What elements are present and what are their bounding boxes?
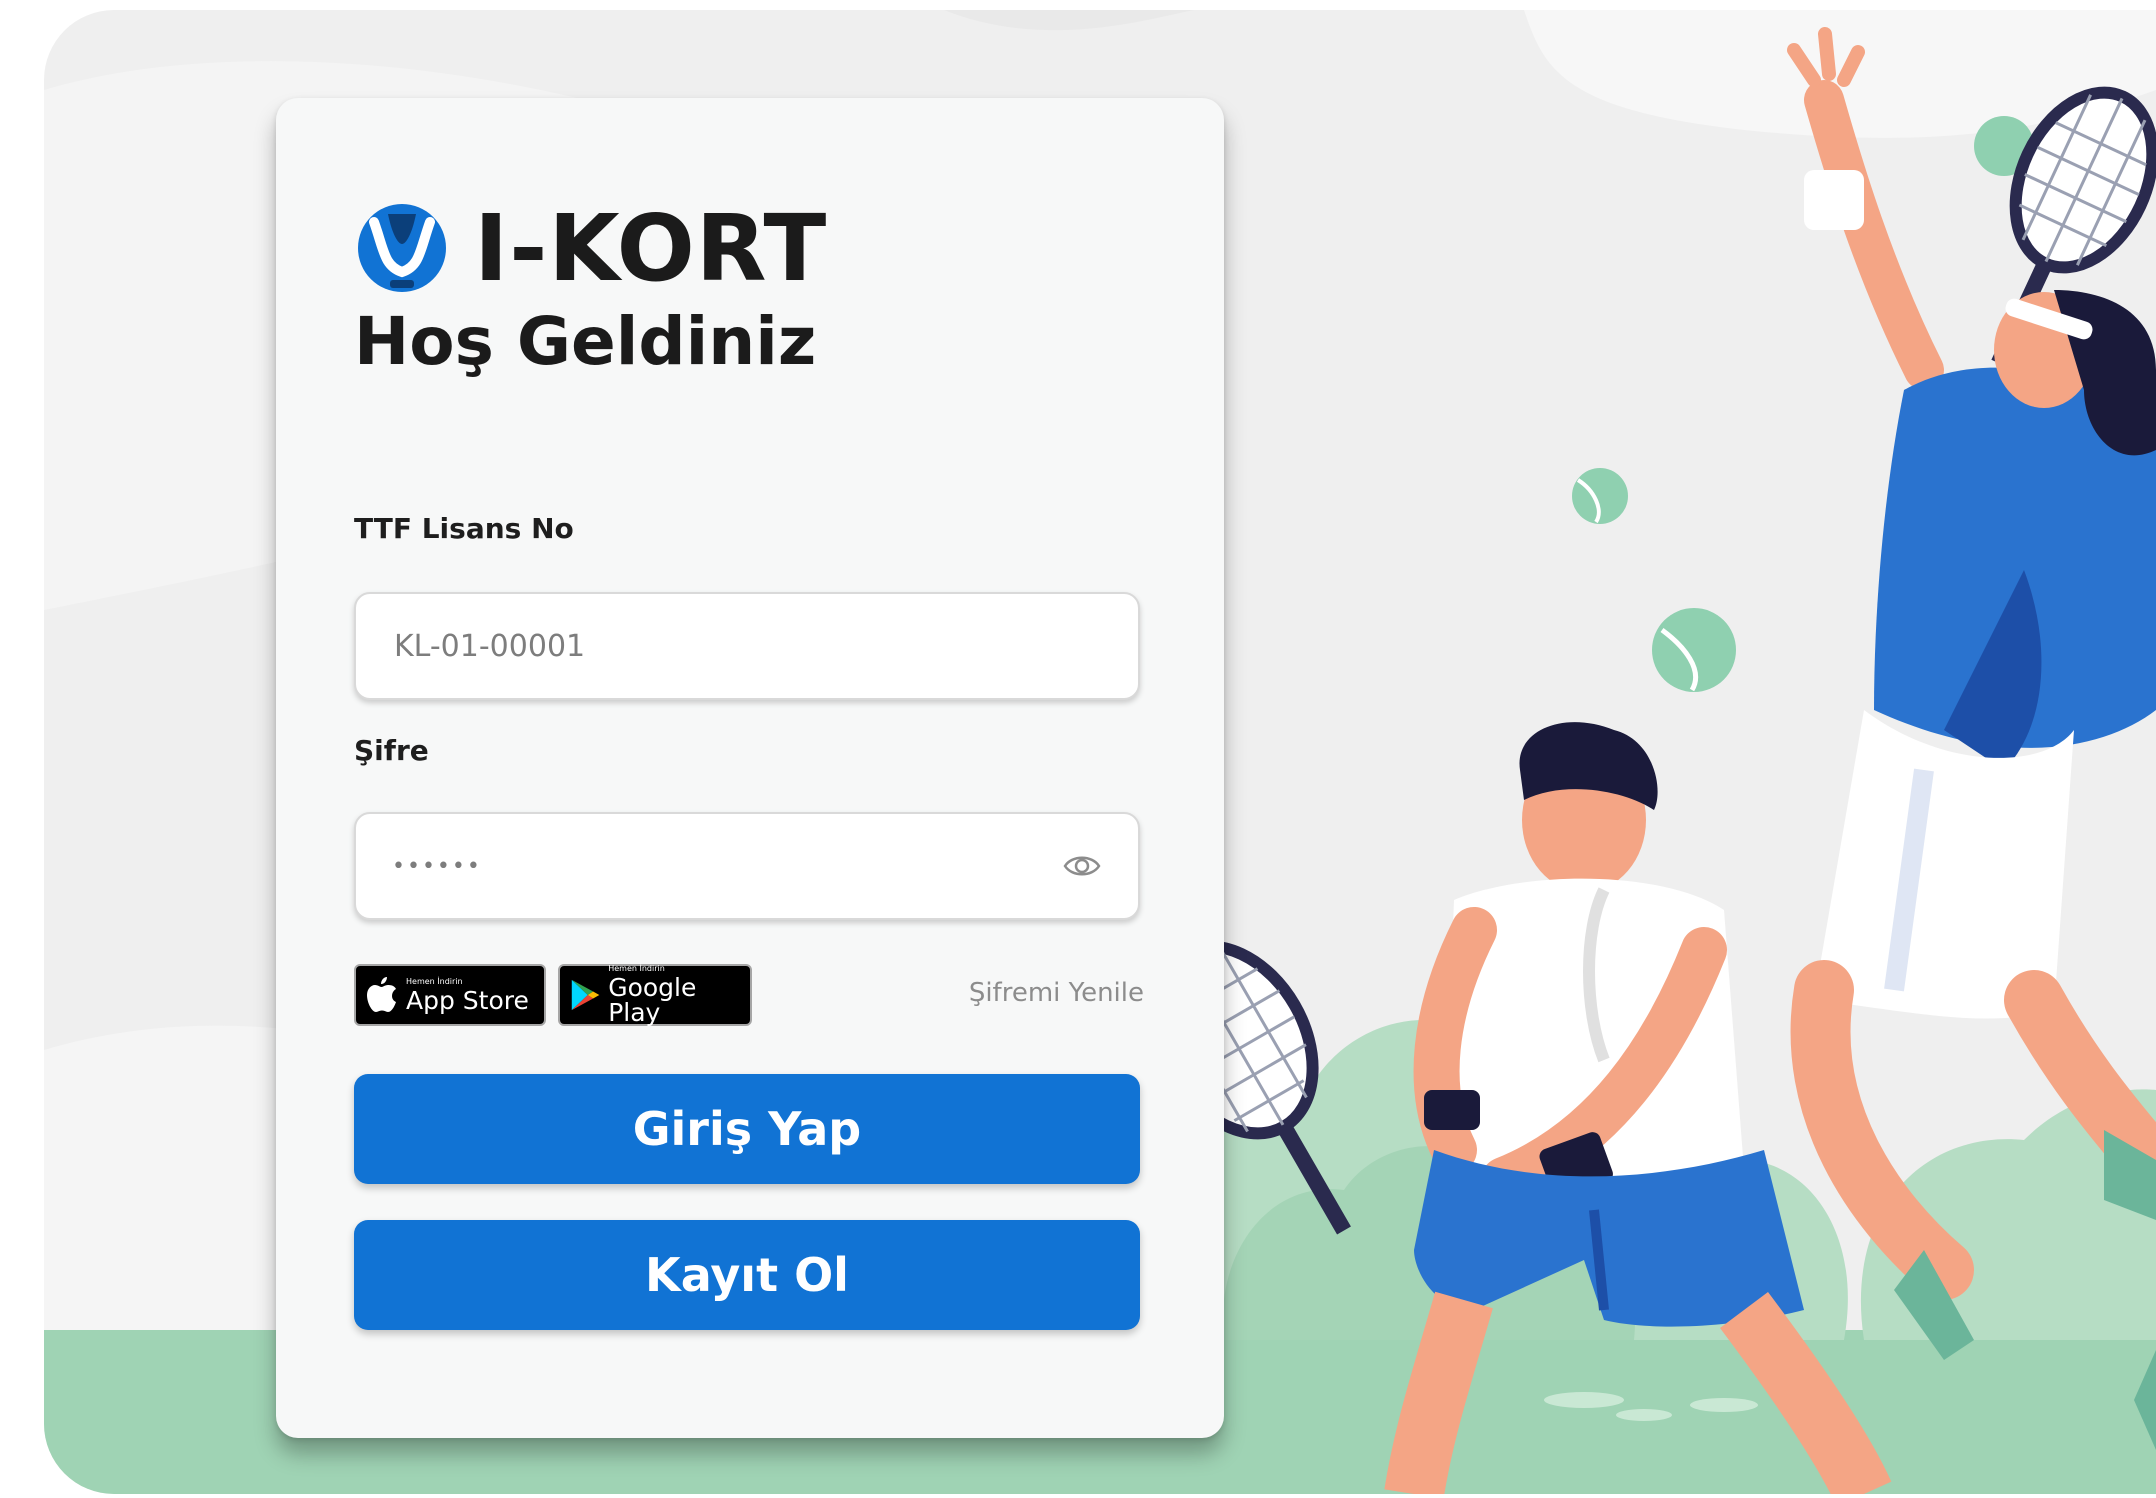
- tennis-ball-logo-icon: [358, 204, 446, 292]
- password-field[interactable]: ••••••: [354, 812, 1140, 920]
- apple-icon: [367, 977, 396, 1012]
- login-page: I-KORT Hoş Geldiniz TTF Lisans No Şifre …: [44, 10, 2156, 1494]
- password-input[interactable]: ••••••: [392, 854, 1062, 879]
- register-button[interactable]: Kayıt Ol: [354, 1220, 1140, 1330]
- eye-icon[interactable]: [1062, 846, 1102, 886]
- app-store-badge[interactable]: Hemen İndirin App Store: [354, 964, 546, 1026]
- welcome-heading: Hoş Geldiniz: [354, 303, 817, 380]
- forgot-password-link[interactable]: Şifremi Yenile: [969, 978, 1144, 1008]
- google-play-badge[interactable]: Hemen İndirin Google Play: [558, 964, 752, 1026]
- license-label: TTF Lisans No: [354, 512, 574, 545]
- brand-name: I-KORT: [474, 194, 828, 302]
- google-play-icon: [571, 979, 600, 1011]
- google-play-small-text: Hemen İndirin: [608, 964, 665, 973]
- password-label: Şifre: [354, 734, 429, 767]
- license-field[interactable]: [354, 592, 1140, 700]
- license-input[interactable]: [392, 627, 1102, 665]
- google-play-text: Google Play: [608, 973, 697, 1027]
- app-store-text: App Store: [406, 985, 529, 1015]
- login-card: I-KORT Hoş Geldiniz TTF Lisans No Şifre …: [276, 98, 1224, 1438]
- login-button[interactable]: Giriş Yap: [354, 1074, 1140, 1184]
- brand-header: I-KORT: [354, 195, 827, 302]
- app-store-small-text: Hemen İndirin: [406, 976, 463, 986]
